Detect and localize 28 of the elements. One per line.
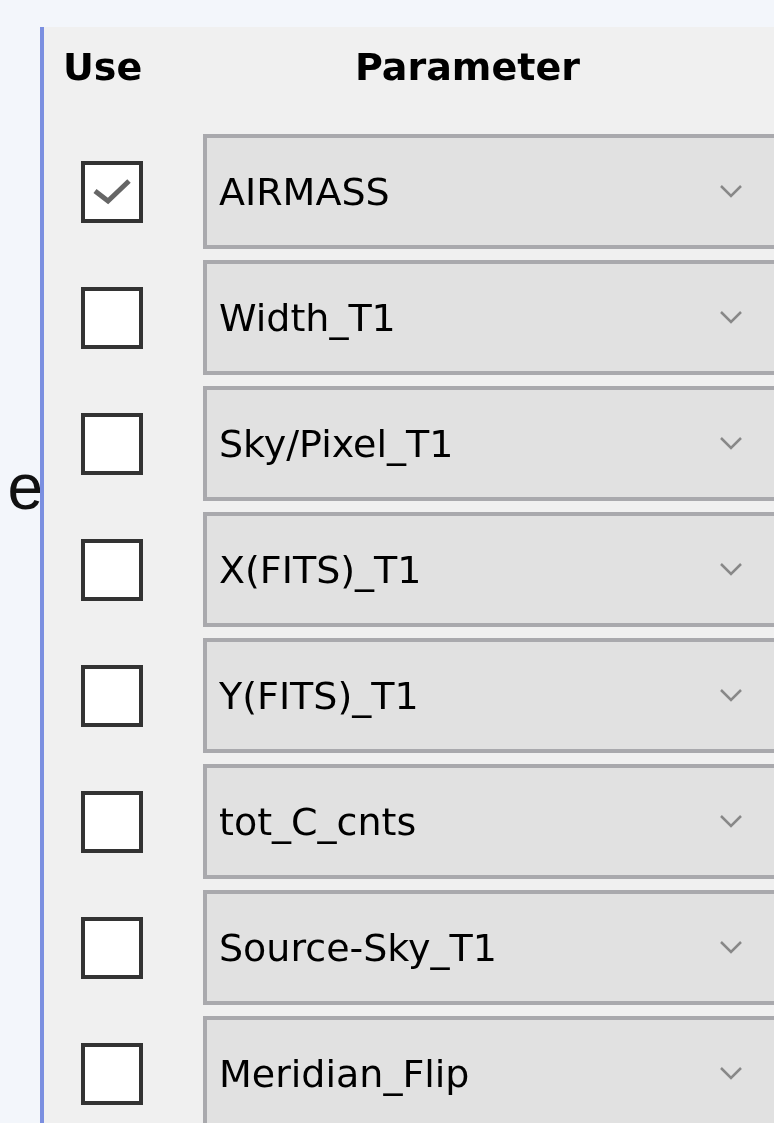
chevron-down-icon	[719, 814, 743, 828]
checkbox[interactable]	[81, 916, 143, 979]
checkbox[interactable]	[81, 538, 143, 601]
chevron-down-icon	[719, 688, 743, 702]
chevron-down-icon	[719, 940, 743, 954]
chevron-down-icon	[719, 1066, 743, 1080]
checkbox[interactable]	[81, 412, 143, 475]
parameter-dropdown[interactable]: Meridian_Flip	[203, 1016, 774, 1123]
checkbox[interactable]	[81, 664, 143, 727]
checkbox[interactable]	[81, 1042, 143, 1105]
column-header: Use	[63, 45, 144, 89]
chevron-down-icon	[719, 184, 743, 198]
parameter-dropdown[interactable]: X(FITS)_T1	[203, 512, 774, 627]
parameter-dropdown[interactable]: AIRMASS	[203, 134, 774, 249]
checkbox[interactable]	[81, 790, 143, 853]
check-icon	[92, 176, 132, 207]
checkbox[interactable]	[81, 160, 143, 223]
parameter-dropdown[interactable]: Source-Sky_T1	[203, 890, 774, 1005]
parameter-dropdown[interactable]: Width_T1	[203, 260, 774, 375]
chevron-down-icon	[719, 310, 743, 324]
parameter-dropdown[interactable]: Y(FITS)_T1	[203, 638, 774, 753]
chevron-down-icon	[719, 436, 743, 450]
parameter-dropdown[interactable]: Sky/Pixel_T1	[203, 386, 774, 501]
checkbox[interactable]	[81, 286, 143, 349]
parameter-dropdown[interactable]: tot_C_cnts	[203, 764, 774, 879]
text-fragment: e	[7, 455, 40, 525]
chevron-down-icon	[719, 562, 743, 576]
column-header: Parameter	[355, 45, 580, 89]
